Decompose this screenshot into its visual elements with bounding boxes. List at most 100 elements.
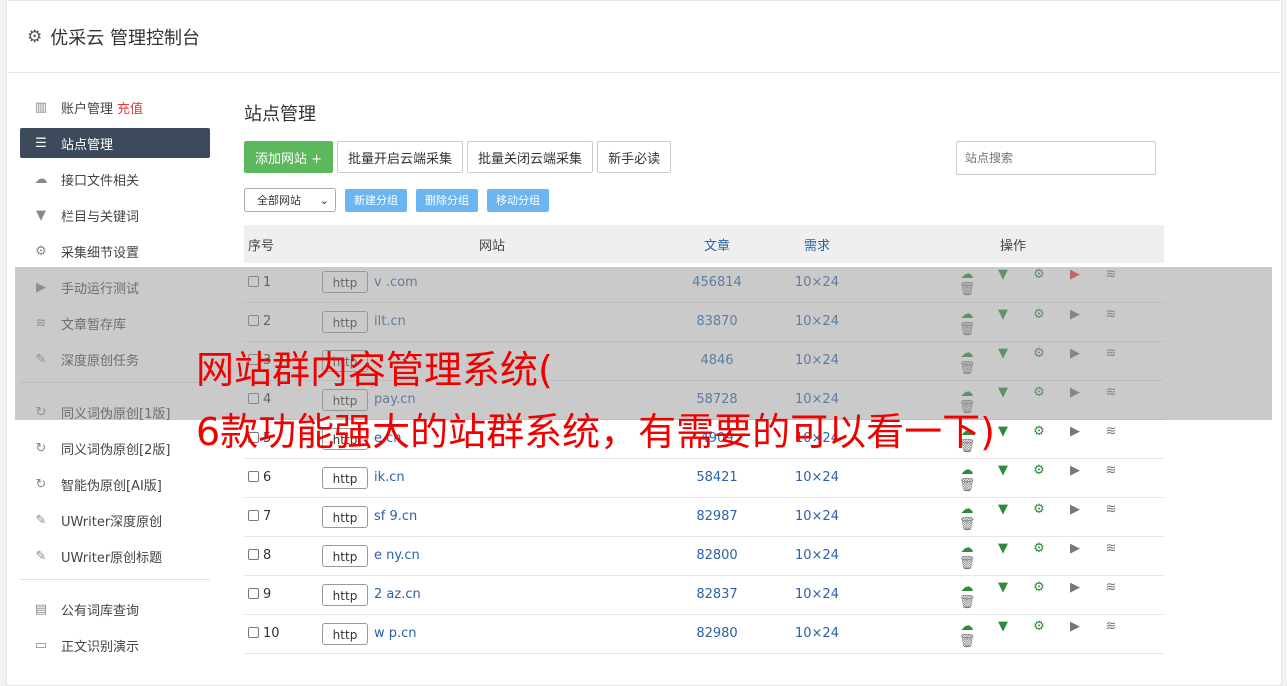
new-group-button[interactable]: 新建分组 (345, 188, 407, 212)
play-circle-icon[interactable]: ▶ (1057, 619, 1093, 634)
play-circle-icon[interactable]: ▶ (1057, 541, 1093, 556)
database-icon[interactable]: ≋ (1093, 580, 1129, 595)
row-articles[interactable]: 82800 (662, 536, 772, 575)
http-scheme-button[interactable]: http (322, 583, 368, 606)
trash-icon[interactable]: 🗑 (949, 634, 985, 649)
recharge-link[interactable]: 充值 (117, 98, 143, 117)
sidebar-item-label: 账户管理 (61, 101, 114, 117)
filter-icon[interactable]: ▼ (985, 502, 1021, 517)
sidebar-item-ai-rewrite[interactable]: ↻ 智能伪原创[AI版] (20, 469, 210, 499)
header-ops: 操作 (999, 238, 1026, 254)
play-circle-icon[interactable]: ▶ (1057, 463, 1093, 478)
site-domain-link[interactable]: e ny.cn (374, 548, 420, 563)
row-demand[interactable]: 10×24 (772, 497, 862, 536)
sidebar-item-label: 公有词库查询 (61, 603, 140, 619)
row-demand[interactable]: 10×24 (772, 614, 862, 653)
cloud-upload-icon[interactable]: ☁ (949, 541, 985, 556)
sidebar-item-label: 正文识别演示 (61, 639, 140, 655)
row-no-cell: 10 (244, 614, 322, 653)
http-scheme-button[interactable]: http (322, 544, 368, 567)
filter-icon[interactable]: ▼ (985, 541, 1021, 556)
table-row: 10 http w p.cn 82980 10×24 ☁ ▼ ⚙ ▶ ≋ 🗑 (244, 614, 1164, 653)
database-icon[interactable]: ≋ (1093, 424, 1129, 439)
gears-icon[interactable]: ⚙ (1021, 424, 1057, 439)
row-articles[interactable]: 82987 (662, 497, 772, 536)
row-checkbox[interactable] (248, 627, 259, 638)
refresh-icon: ↻ (35, 476, 47, 492)
row-articles[interactable]: 82980 (662, 614, 772, 653)
sidebar-item-text-recognition[interactable]: ▭ 正文识别演示 (20, 630, 210, 660)
row-site-cell: http sf 9.cn (322, 497, 662, 536)
sidebar-item-interface-files[interactable]: ☁ 接口文件相关 (20, 164, 210, 194)
newbie-guide-button[interactable]: 新手必读 (597, 141, 672, 173)
database-icon[interactable]: ≋ (1093, 619, 1129, 634)
row-checkbox[interactable] (248, 471, 259, 482)
move-group-button[interactable]: 移动分组 (487, 188, 549, 212)
site-domain-link[interactable]: w p.cn (374, 626, 417, 641)
edit-icon: ✎ (35, 512, 47, 528)
cloud-upload-icon[interactable]: ☁ (949, 502, 985, 517)
trash-icon[interactable]: 🗑 (949, 556, 985, 571)
filter-icon[interactable]: ▼ (985, 619, 1021, 634)
site-domain-link[interactable]: sf 9.cn (374, 509, 417, 524)
trash-icon[interactable]: 🗑 (949, 595, 985, 610)
row-number: 6 (263, 470, 272, 485)
play-circle-icon[interactable]: ▶ (1057, 502, 1093, 517)
play-circle-icon[interactable]: ▶ (1057, 580, 1093, 595)
filter-icon[interactable]: ▼ (985, 463, 1021, 478)
site-search-input[interactable] (956, 141, 1156, 175)
table-header-row: 序号 网站 文章 需求 操作 (244, 225, 1164, 263)
sidebar-item-account[interactable]: ▥ 账户管理 充值 (20, 92, 210, 122)
sidebar-item-uwriter-deep[interactable]: ✎ UWriter深度原创 (20, 505, 210, 535)
book-icon: ▤ (34, 601, 48, 617)
http-scheme-button[interactable]: http (322, 466, 368, 489)
row-no-cell: 9 (244, 575, 322, 614)
gears-icon[interactable]: ⚙ (1021, 502, 1057, 517)
header-site: 网站 (478, 238, 505, 254)
row-demand[interactable]: 10×24 (772, 575, 862, 614)
sidebar-item-synonym-v2[interactable]: ↻ 同义词伪原创[2版] (20, 433, 210, 463)
gears-icon[interactable]: ⚙ (1021, 580, 1057, 595)
delete-group-button[interactable]: 删除分组 (416, 188, 478, 212)
gears-icon[interactable]: ⚙ (1021, 541, 1057, 556)
sidebar-item-public-dict[interactable]: ▤ 公有词库查询 (20, 594, 210, 624)
sidebar-item-collect-settings[interactable]: ⚙ 采集细节设置 (20, 236, 210, 266)
sidebar-item-uwriter-title[interactable]: ✎ UWriter原创标题 (20, 541, 210, 571)
batch-open-cloud-button[interactable]: 批量开启云端采集 (337, 141, 464, 173)
gear-icon: ⚙ (27, 26, 43, 47)
sidebar-item-sites[interactable]: ☰ 站点管理 (20, 128, 210, 158)
row-demand[interactable]: 10×24 (772, 458, 862, 497)
site-domain-link[interactable]: 2 az.cn (374, 587, 421, 602)
row-checkbox[interactable] (248, 510, 259, 521)
play-circle-icon[interactable]: ▶ (1057, 424, 1093, 439)
http-scheme-button[interactable]: http (322, 505, 368, 528)
cloud-upload-icon[interactable]: ☁ (949, 463, 985, 478)
sidebar-item-label: UWriter原创标题 (61, 550, 163, 566)
batch-close-cloud-button[interactable]: 批量关闭云端采集 (467, 141, 594, 173)
filter-icon[interactable]: ▼ (985, 580, 1021, 595)
trash-icon[interactable]: 🗑 (949, 478, 985, 493)
database-icon[interactable]: ≋ (1093, 541, 1129, 556)
row-demand[interactable]: 10×24 (772, 536, 862, 575)
gears-icon[interactable]: ⚙ (1021, 619, 1057, 634)
cloud-upload-icon[interactable]: ☁ (949, 580, 985, 595)
database-icon[interactable]: ≋ (1093, 463, 1129, 478)
cloud-upload-icon: ☁ (34, 171, 48, 187)
gears-icon[interactable]: ⚙ (1021, 463, 1057, 478)
table-row: 7 http sf 9.cn 82987 10×24 ☁ ▼ ⚙ ▶ ≋ 🗑 (244, 497, 1164, 536)
site-domain-link[interactable]: ik.cn (374, 470, 405, 485)
filter-icon: ▼ (36, 207, 46, 223)
row-ops: ☁▼⚙▶≋ 🗑 (862, 497, 1164, 536)
cloud-upload-icon[interactable]: ☁ (949, 619, 985, 634)
http-scheme-button[interactable]: http (322, 622, 368, 645)
row-checkbox[interactable] (248, 549, 259, 560)
trash-icon[interactable]: 🗑 (949, 517, 985, 532)
site-group-select[interactable]: 全部网站 ⌄ (244, 188, 336, 212)
sidebar-item-columns-keywords[interactable]: ▼ 栏目与关键词 (20, 200, 210, 230)
row-articles[interactable]: 58421 (662, 458, 772, 497)
row-articles[interactable]: 82837 (662, 575, 772, 614)
database-icon[interactable]: ≋ (1093, 502, 1129, 517)
add-site-button[interactable]: 添加网站 + (244, 141, 334, 173)
row-checkbox[interactable] (248, 588, 259, 599)
row-no-cell: 8 (244, 536, 322, 575)
